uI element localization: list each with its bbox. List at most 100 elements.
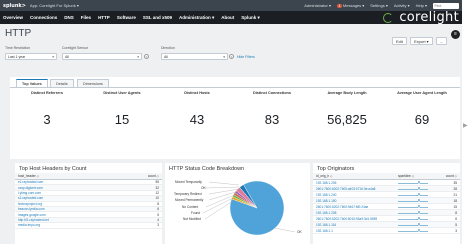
host-headers-table: host_header ◇ count ◇ e1.rayhosted.com 55… <box>15 173 162 229</box>
settings-menu[interactable]: Settings ▾ <box>370 3 388 8</box>
nav-ssl-x509[interactable]: SSL and x509 <box>143 15 172 20</box>
activity-menu[interactable]: Activity ▾ <box>394 3 410 8</box>
sparkline <box>398 210 429 214</box>
kpi-distinct-hosts: Distinct Hosts 43 <box>160 91 234 127</box>
table-row[interactable]: media.tmpo.org 3 <box>15 222 162 229</box>
scroll-right-arrow-icon[interactable]: ▶ <box>463 122 468 129</box>
sensor-select[interactable]: All ▾ <box>62 53 142 60</box>
messages-menu[interactable]: 1 Messages ▾ <box>336 3 365 8</box>
sparkline <box>398 186 429 190</box>
edit-button[interactable]: Edit <box>392 37 407 45</box>
nav-administration[interactable]: Administration ▾ <box>179 15 214 21</box>
direction-value: All <box>164 55 168 59</box>
time-restriction-label: Time Restriction <box>5 46 31 50</box>
tab-top-values[interactable]: Top Values <box>16 79 48 87</box>
panel-title: HTTP Status Code Breakdown <box>169 166 245 172</box>
clear-direction-icon[interactable]: × <box>229 53 234 59</box>
corelight-logo-icon <box>383 12 394 23</box>
nav-connections[interactable]: Connections <box>30 15 57 20</box>
kpi-value[interactable]: 43 <box>160 112 234 127</box>
count-cell: 3 <box>115 222 162 229</box>
sparkline <box>398 198 429 202</box>
corelight-brand: corelight <box>383 10 459 25</box>
kpi-value[interactable]: 56,825 <box>310 112 384 127</box>
kpi-distinct-user-agents: Distinct User Agents 15 <box>85 91 159 127</box>
pie-label-moved-permanently: Moved Permanently <box>175 198 204 202</box>
splunk-dashboard-window: splunk> App: Corelight For Splunk ▾ Admi… <box>0 0 462 244</box>
pie-label-temporary-redirect: Temporary Redirect <box>174 192 202 196</box>
direction-label: Direction <box>161 46 175 50</box>
chevron-down-icon: ▾ <box>52 55 54 59</box>
nav-about[interactable]: About <box>221 15 234 20</box>
sparkline <box>398 228 429 232</box>
tab-divider <box>10 87 460 88</box>
clear-sensor-icon[interactable]: × <box>144 53 149 59</box>
sparkline <box>398 192 429 196</box>
chevron-down-icon: ▾ <box>137 55 139 59</box>
kpi-label: Distinct Hosts <box>184 91 210 95</box>
pie-label-ok: OK <box>297 230 302 234</box>
kpi-label: Average Body Length <box>327 91 367 95</box>
sparkline <box>398 222 429 226</box>
kpi-average-body-length: Average Body Length 56,825 <box>310 91 384 127</box>
sparkline <box>398 216 429 220</box>
kpi-label: Average User Agent Length <box>397 91 447 95</box>
pie-leader-line <box>204 186 240 189</box>
pie-label-no-content: No Content <box>182 205 199 209</box>
kpi-value[interactable]: 83 <box>235 112 309 127</box>
nav-overview[interactable]: Overview <box>3 15 23 20</box>
orig-cell[interactable]: 192.168.1.1 <box>313 227 396 234</box>
sensor-label: Corelight Sensor <box>62 46 89 50</box>
sparkline <box>398 180 429 184</box>
sensor-value: All <box>65 55 69 59</box>
direction-select[interactable]: All ▾ <box>161 53 228 60</box>
find-input[interactable]: Find <box>433 2 459 9</box>
nav-splunk[interactable]: Splunk ▾ <box>241 15 260 21</box>
kpi-average-user-agent-length: Average User Agent Length 69 <box>385 91 459 127</box>
messages-label: Messages ▾ <box>342 3 365 8</box>
menu-icon[interactable]: ≡ <box>451 30 460 39</box>
page-title: HTTP <box>5 28 32 39</box>
help-menu[interactable]: Help ▾ <box>416 3 427 8</box>
pie-label-not-modified: Not Modified <box>183 217 201 221</box>
kpi-distinct-referrers: Distinct Referrers 3 <box>10 91 84 127</box>
time-restriction-select[interactable]: Last 1 year ▾ <box>5 53 57 60</box>
nav-software[interactable]: Software <box>117 15 136 20</box>
host-cell[interactable]: media.tmpo.org <box>15 222 116 229</box>
chevron-down-icon: ▾ <box>223 55 225 59</box>
pie-label-moved-temporarily: Moved Temporarily <box>175 180 202 184</box>
summary-panel: Top Values Details Dimensions Distinct R… <box>10 77 460 159</box>
panel-title: Top Host Headers by Count <box>19 166 87 172</box>
tab-dimensions[interactable]: Dimensions <box>77 79 109 87</box>
sparkline <box>398 204 429 208</box>
kpi-value[interactable]: 15 <box>85 112 159 127</box>
app-switcher[interactable]: App: Corelight For Splunk ▾ <box>30 3 79 8</box>
export-button[interactable]: Export ▾ <box>410 37 433 45</box>
nav-dns[interactable]: DNS <box>64 15 74 20</box>
pie-leader-line <box>208 181 240 186</box>
pie-label-found: Found <box>191 211 201 215</box>
nav-http[interactable]: HTTP <box>98 15 110 20</box>
table-row[interactable]: 192.168.1.1 3 <box>313 227 460 234</box>
host-headers-panel: Top Host Headers by Count host_header ◇ … <box>15 163 162 244</box>
status-code-panel: HTTP Status Code Breakdown Moved Tempora… <box>165 163 310 244</box>
more-button[interactable]: ... <box>436 37 448 45</box>
user-menu[interactable]: Administrator ▾ <box>304 3 331 8</box>
app-nav-bar: Overview Connections DNS Files HTTP Soft… <box>0 10 462 25</box>
kpi-label: Distinct Connections <box>253 91 291 95</box>
kpi-label: Distinct User Agents <box>103 91 141 95</box>
kpi-label: Distinct Referrers <box>31 91 63 95</box>
kpi-value[interactable]: 69 <box>385 112 459 127</box>
tab-details[interactable]: Details <box>50 79 74 87</box>
hide-filters-link[interactable]: Hide Filters <box>237 55 255 59</box>
time-restriction-value: Last 1 year <box>8 55 26 59</box>
pie-label-ok-top: OK <box>201 186 206 190</box>
pie-leader-line-ok <box>274 227 296 233</box>
messages-count-badge: 1 <box>336 4 342 8</box>
splunk-logo[interactable]: splunk> <box>3 3 26 9</box>
top-bar-right: Administrator ▾ 1 Messages ▾ Settings ▾ A… <box>304 2 459 9</box>
brand-name: corelight <box>399 10 459 25</box>
sparkline-cell <box>395 227 440 234</box>
nav-files[interactable]: Files <box>81 15 91 20</box>
kpi-value[interactable]: 3 <box>10 112 84 127</box>
